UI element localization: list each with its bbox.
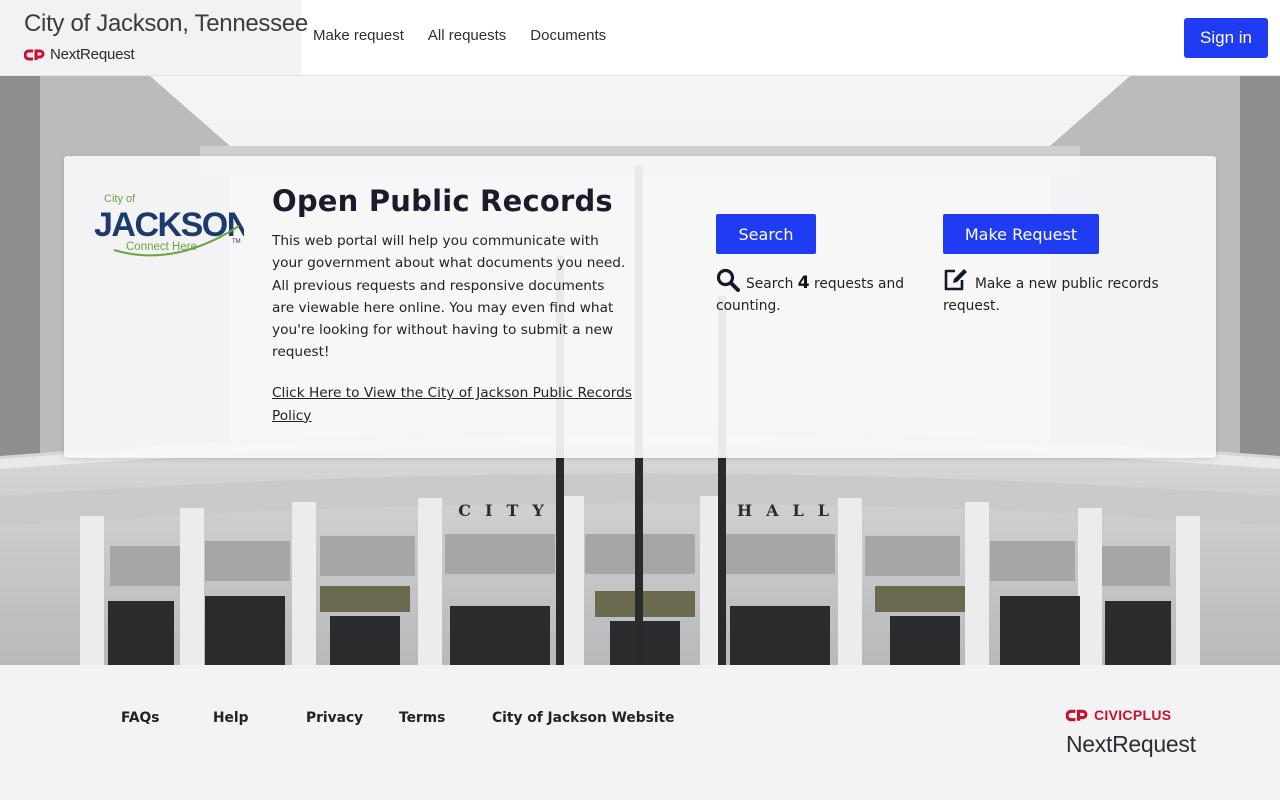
building-text-city: CITY xyxy=(458,501,558,520)
brand-subtitle: NextRequest xyxy=(24,46,301,63)
civicplus-logo-icon xyxy=(1066,709,1088,721)
footer-link-help[interactable]: Help xyxy=(213,710,249,726)
footer-link-privacy[interactable]: Privacy xyxy=(306,710,363,726)
footer-link-terms[interactable]: Terms xyxy=(399,710,445,726)
site-title[interactable]: City of Jackson, Tennessee xyxy=(24,10,308,38)
logo-text-city-of: City of xyxy=(104,193,136,205)
search-icon xyxy=(716,268,740,292)
footer-link-faqs[interactable]: FAQs xyxy=(121,710,159,726)
intro-text: This web portal will help you communicat… xyxy=(272,233,626,361)
logo-text-tm: TM xyxy=(232,239,241,245)
make-request-text: Make a new public records request. xyxy=(943,276,1159,314)
brand-block[interactable]: City of Jackson, Tennessee NextRequest xyxy=(0,0,308,75)
make-request-button[interactable]: Make Request xyxy=(943,214,1099,254)
open-records-card: City of JACKSON Connect Here TM Open Pub… xyxy=(64,156,1216,458)
nav-all-requests[interactable]: All requests xyxy=(428,27,506,44)
nav-make-request[interactable]: Make request xyxy=(313,27,404,44)
public-records-policy-link[interactable]: Click Here to View the City of Jackson P… xyxy=(272,382,632,428)
city-of-jackson-logo: City of JACKSON Connect Here TM xyxy=(94,193,244,257)
search-prefix-text: Search xyxy=(746,276,794,292)
nav-documents[interactable]: Documents xyxy=(530,27,606,44)
search-button[interactable]: Search xyxy=(716,214,816,254)
civicplus-brand[interactable]: CIVICPLUS xyxy=(1066,707,1171,723)
top-header: City of Jackson, Tennessee NextRequest M… xyxy=(0,0,1280,76)
make-request-description: Make a new public records request. xyxy=(943,268,1173,317)
logo-text-jackson: JACKSON xyxy=(94,206,244,244)
brand-name: NextRequest xyxy=(50,46,135,63)
page-footer: FAQs Help Privacy Terms City of Jackson … xyxy=(0,665,1280,800)
sign-in-button[interactable]: Sign in xyxy=(1184,18,1268,58)
search-description: Search 4 requests and counting. xyxy=(716,268,921,317)
nextrequest-logo-icon xyxy=(24,49,45,60)
main-nav: Make request All requests Documents xyxy=(301,0,630,70)
search-suffix-text: requests and counting. xyxy=(716,276,905,314)
footer-link-city-website[interactable]: City of Jackson Website xyxy=(492,710,675,726)
request-count: 4 xyxy=(797,273,810,293)
building-text-hall: HALL xyxy=(737,501,843,520)
hero-section: CITY HALL City of JACKSON Connect Here T… xyxy=(0,76,1280,665)
footer-nextrequest-brand[interactable]: NextRequest xyxy=(1066,731,1196,758)
edit-icon xyxy=(944,269,967,291)
civicplus-text: CIVICPLUS xyxy=(1094,707,1172,723)
page-title: Open Public Records xyxy=(272,184,613,218)
